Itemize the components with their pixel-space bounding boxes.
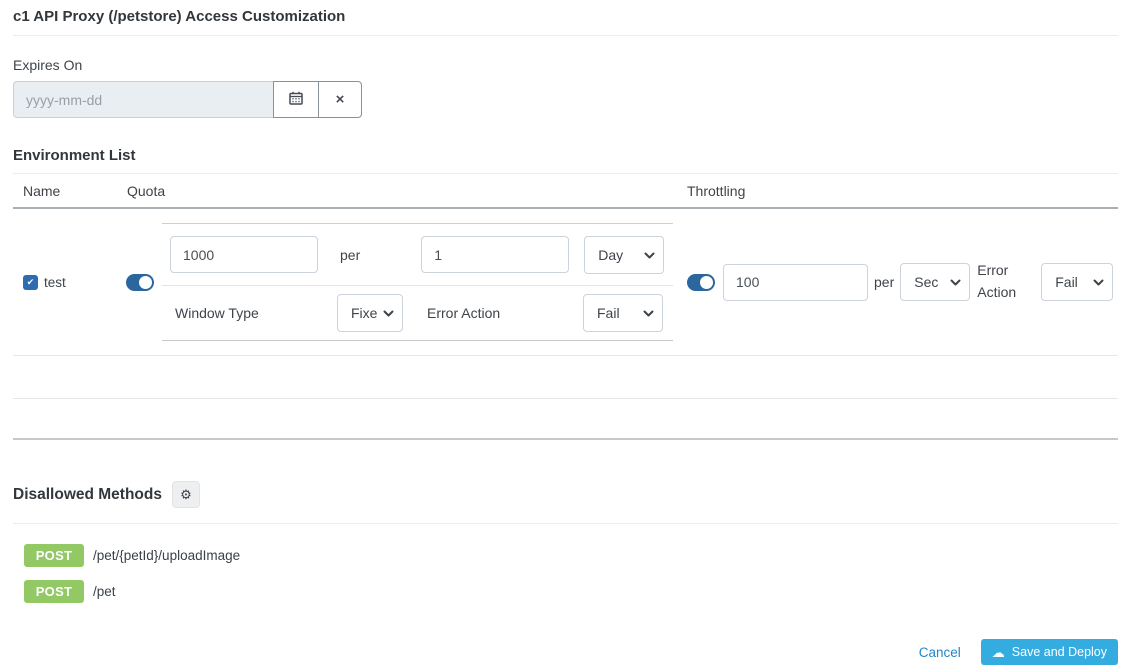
environment-checkbox[interactable]: ✔ xyxy=(23,275,38,290)
window-type-label: Window Type xyxy=(175,305,337,321)
toggle-knob xyxy=(139,276,152,289)
quota-options-row: Window Type Fixe Error Action Fail xyxy=(162,286,673,341)
window-type-select-wrap: Fixe xyxy=(337,294,403,332)
window-type-select[interactable]: Fixe xyxy=(337,294,403,332)
environment-name: test xyxy=(44,275,66,290)
throttling-limit-input[interactable] xyxy=(723,264,868,301)
throttling-error-action-select[interactable]: Fail xyxy=(1041,263,1113,301)
quota-subtable: per Day Window Type Fi xyxy=(162,223,673,341)
page-title: c1 API Proxy (/petstore) Access Customiz… xyxy=(13,8,1118,25)
disallowed-methods-header: Disallowed Methods ⚙ xyxy=(13,481,1118,524)
environment-name-cell: ✔ test xyxy=(13,275,117,290)
throttling-cell: per Sec Error Action Fail xyxy=(681,260,1118,303)
toggle-knob xyxy=(700,276,713,289)
empty-table-row xyxy=(13,399,1118,440)
method-path: /pet xyxy=(93,584,116,599)
expires-date-group: × xyxy=(13,81,362,118)
method-badge: POST xyxy=(24,544,84,567)
calendar-button[interactable] xyxy=(273,81,318,118)
expires-section: Expires On xyxy=(13,57,1118,118)
configure-methods-button[interactable]: ⚙ xyxy=(172,481,200,508)
quota-interval-input[interactable] xyxy=(421,236,569,273)
throttling-per-label: per xyxy=(874,274,894,290)
empty-table-row xyxy=(13,356,1118,399)
cancel-button[interactable]: Cancel xyxy=(919,645,961,660)
environment-list-heading: Environment List xyxy=(13,147,1118,174)
cloud-icon: ☁ xyxy=(992,646,1005,659)
quota-time-unit-select-wrap: Day xyxy=(584,236,664,274)
close-icon: × xyxy=(336,92,345,107)
quota-limit-input[interactable] xyxy=(170,236,318,273)
quota-error-action-select-wrap: Fail xyxy=(583,294,663,332)
throttling-error-action-select-wrap: Fail xyxy=(1041,263,1113,301)
disallowed-methods-heading: Disallowed Methods xyxy=(13,486,162,504)
quota-enabled-toggle[interactable] xyxy=(126,274,154,291)
quota-per-label: per xyxy=(340,247,360,263)
list-item: POST /pet/{petId}/uploadImage xyxy=(24,544,1118,567)
column-header-quota: Quota xyxy=(117,183,681,199)
save-and-deploy-button[interactable]: ☁ Save and Deploy xyxy=(981,639,1118,665)
table-row: ✔ test per Day xyxy=(13,209,1118,356)
clear-date-button[interactable]: × xyxy=(318,81,362,118)
environment-table: Name Quota Throttling ✔ test per xyxy=(13,174,1118,440)
quota-cell: per Day Window Type Fi xyxy=(117,223,681,341)
quota-error-action-select[interactable]: Fail xyxy=(583,294,663,332)
expires-on-label: Expires On xyxy=(13,57,1118,73)
column-header-throttling: Throttling xyxy=(681,183,1118,199)
quota-limit-row: per Day xyxy=(162,224,673,286)
throttling-enabled-toggle[interactable] xyxy=(687,274,715,291)
throttling-error-action-label: Error Action xyxy=(977,260,1029,303)
throttling-time-unit-select[interactable]: Sec xyxy=(900,263,970,301)
list-item: POST /pet xyxy=(24,580,1118,603)
calendar-icon xyxy=(289,91,303,108)
check-icon: ✔ xyxy=(27,277,35,288)
throttling-time-unit-select-wrap: Sec xyxy=(900,263,970,301)
quota-error-action-label: Error Action xyxy=(427,305,583,321)
method-path: /pet/{petId}/uploadImage xyxy=(93,548,240,563)
gear-icon: ⚙ xyxy=(180,487,192,503)
disallowed-methods-list: POST /pet/{petId}/uploadImage POST /pet xyxy=(13,544,1118,603)
column-header-name: Name xyxy=(13,183,117,199)
method-badge: POST xyxy=(24,580,84,603)
access-customization-page: c1 API Proxy (/petstore) Access Customiz… xyxy=(0,0,1131,669)
expires-date-input[interactable] xyxy=(13,81,273,118)
environment-table-header: Name Quota Throttling xyxy=(13,174,1118,209)
save-and-deploy-label: Save and Deploy xyxy=(1012,645,1107,659)
footer-actions: Cancel ☁ Save and Deploy xyxy=(13,639,1118,669)
quota-time-unit-select[interactable]: Day xyxy=(584,236,664,274)
page-header: c1 API Proxy (/petstore) Access Customiz… xyxy=(13,0,1118,36)
